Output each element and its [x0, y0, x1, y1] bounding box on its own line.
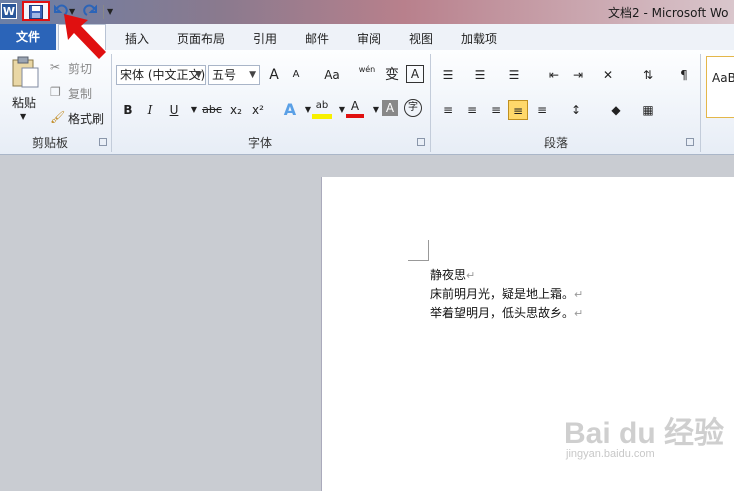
char-border-button[interactable]: A [406, 65, 424, 83]
watermark-logo-text: Bai du 经验 [564, 417, 725, 450]
tab-review[interactable]: 审阅 [357, 30, 381, 47]
poem-title-text: 静夜思 [430, 268, 467, 282]
grow-font-button[interactable]: A [264, 65, 284, 85]
shading-icon[interactable]: ◆ [606, 100, 626, 120]
italic-button[interactable]: I [140, 100, 160, 120]
align-center-icon[interactable]: ≡ [462, 100, 482, 120]
poem-line-text: 床前明月光，疑是地上霜。 [430, 287, 575, 301]
font-size-select[interactable]: 五号 ▼ [208, 65, 260, 85]
save-icon [29, 5, 43, 19]
paste-button-label[interactable]: 粘贴 [12, 94, 36, 111]
style-sample-text: AaB [712, 71, 734, 85]
tab-view[interactable]: 视图 [409, 30, 433, 47]
highlight-button[interactable]: ab [312, 98, 332, 119]
bold-button[interactable]: B [118, 100, 138, 120]
format-painter-icon[interactable]: 🖌 [50, 110, 65, 124]
copy-icon[interactable]: ❐ [50, 85, 61, 99]
paste-dropdown-icon[interactable]: ▼ [20, 112, 26, 121]
doc-line-title[interactable]: 静夜思↵ [430, 266, 475, 283]
justify-icon[interactable]: ≡ [508, 100, 528, 120]
align-right-icon[interactable]: ≡ [486, 100, 506, 120]
window-title: 文档2 - Microsoft Wo [608, 6, 729, 20]
font-size-value: 五号 [212, 68, 237, 82]
phonetic-guide-button[interactable]: 变 [382, 65, 402, 85]
poem-line-text: 举着望明月，低头思故乡。 [430, 306, 575, 320]
paragraph-launcher-icon[interactable] [686, 138, 694, 146]
font-group-label: 字体 [247, 136, 272, 150]
multilevel-list-icon[interactable]: ☰ [504, 65, 524, 85]
cut-icon[interactable]: ✂ [50, 60, 60, 74]
tab-insert[interactable]: 插入 [125, 30, 149, 47]
copy-button[interactable]: 复制 [68, 85, 92, 102]
paragraph-mark: ↵ [466, 269, 476, 282]
tab-file[interactable]: 文件 [0, 24, 56, 50]
word-app-icon[interactable]: W [1, 3, 17, 19]
tab-references[interactable]: 引用 [253, 30, 277, 47]
underline-button[interactable]: U [164, 100, 184, 120]
clipboard-launcher-icon[interactable] [99, 138, 107, 146]
tab-page-layout[interactable]: 页面布局 [177, 30, 225, 47]
paragraph-mark: ↵ [574, 288, 584, 301]
font-family-value: 宋体 (中文正文) [120, 68, 206, 82]
font-family-select[interactable]: 宋体 (中文正文) ▼ [116, 65, 206, 85]
style-normal-tile[interactable]: AaB [706, 56, 734, 118]
numbering-icon[interactable]: ☰ [470, 65, 490, 85]
distributed-icon[interactable]: ≡ [532, 100, 552, 120]
format-painter-button[interactable]: 格式刷 [68, 110, 104, 127]
sort-icon[interactable]: ⇅ [638, 65, 658, 85]
superscript-button[interactable]: x² [248, 100, 268, 120]
group-divider [111, 54, 112, 152]
phonetic-guide-label: wén [358, 65, 376, 74]
clipboard-group-label: 剪贴板 [31, 136, 68, 150]
shrink-font-button[interactable]: A [286, 65, 306, 85]
red-arrow-annotation [62, 12, 112, 65]
paragraph-mark: ↵ [574, 307, 584, 320]
font-color-button[interactable]: A [346, 98, 364, 118]
char-shading-button[interactable]: A [382, 100, 398, 116]
show-marks-icon[interactable]: ¶ [674, 65, 694, 85]
decrease-indent-icon[interactable]: ⇤ [544, 65, 564, 85]
enclose-char-button[interactable]: 字 [404, 99, 422, 117]
chevron-down-icon: ▼ [195, 70, 202, 80]
tab-addins[interactable]: 加载项 [461, 30, 497, 47]
doc-line-2[interactable]: 举着望明月，低头思故乡。↵ [430, 304, 583, 321]
paste-icon[interactable] [10, 56, 40, 88]
save-button[interactable] [22, 1, 50, 21]
align-left-icon[interactable]: ≡ [438, 100, 458, 120]
ribbon: 粘贴 ▼ ✂ 剪切 ❐ 复制 🖌 格式刷 剪贴板 宋体 (中文正文) ▼ 五号 ▼ … [0, 50, 734, 155]
text-effects-button[interactable]: A [280, 100, 300, 120]
bullets-icon[interactable]: ☰ [438, 65, 458, 85]
increase-indent-icon[interactable]: ⇥ [568, 65, 588, 85]
chevron-down-icon: ▼ [249, 70, 256, 80]
tab-mailings[interactable]: 邮件 [305, 30, 329, 47]
borders-icon[interactable]: ▦ [638, 100, 658, 120]
doc-line-1[interactable]: 床前明月光，疑是地上霜。↵ [430, 285, 583, 302]
baidu-watermark: Bai du 经验 jingyan.baidu.com [560, 408, 734, 464]
subscript-button[interactable]: x₂ [226, 100, 246, 120]
margin-corner-mark [408, 240, 429, 261]
strikethrough-button[interactable]: abc [200, 100, 224, 120]
chinese-layout-icon[interactable]: ✕ [598, 65, 618, 85]
group-divider [430, 54, 431, 152]
watermark-url-text: jingyan.baidu.com [566, 448, 655, 460]
group-divider [700, 54, 701, 152]
line-spacing-icon[interactable]: ↕ [566, 100, 586, 120]
change-case-button[interactable]: Aa [318, 65, 346, 85]
clear-format-button[interactable]: wén [356, 65, 378, 85]
paragraph-group-label: 段落 [543, 136, 568, 150]
font-launcher-icon[interactable] [417, 138, 425, 146]
